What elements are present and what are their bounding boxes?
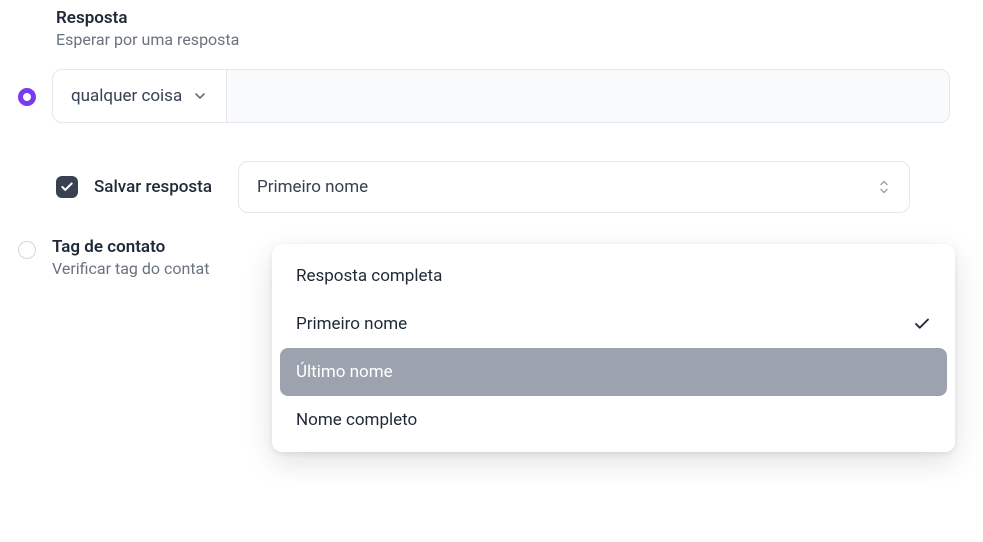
dropdown-option-label: Último nome bbox=[296, 362, 393, 382]
check-icon bbox=[60, 180, 74, 194]
save-response-label: Salvar resposta bbox=[94, 177, 212, 197]
select-sort-icon bbox=[877, 177, 891, 197]
dropdown-option-label: Nome completo bbox=[296, 410, 417, 430]
save-field-value: Primeiro nome bbox=[257, 177, 368, 197]
match-type-selector[interactable]: qualquer coisa bbox=[52, 69, 226, 123]
match-type-label: qualquer coisa bbox=[71, 86, 182, 106]
save-field-select[interactable]: Primeiro nome bbox=[238, 161, 910, 213]
chevron-down-icon bbox=[192, 88, 208, 104]
check-icon bbox=[913, 315, 931, 333]
response-subtitle: Esperar por uma resposta bbox=[56, 30, 983, 49]
dropdown-option[interactable]: Último nome bbox=[280, 348, 947, 396]
save-response-checkbox[interactable] bbox=[56, 176, 78, 198]
response-input[interactable] bbox=[226, 69, 950, 123]
tag-title: Tag de contato bbox=[52, 237, 210, 257]
response-radio[interactable] bbox=[18, 88, 36, 106]
dropdown-option[interactable]: Primeiro nome bbox=[280, 300, 947, 348]
dropdown-option-label: Primeiro nome bbox=[296, 314, 407, 334]
tag-subtitle: Verificar tag do contat bbox=[52, 259, 210, 278]
dropdown-option[interactable]: Nome completo bbox=[280, 396, 947, 444]
tag-radio[interactable] bbox=[18, 241, 36, 259]
dropdown-option[interactable]: Resposta completa bbox=[280, 252, 947, 300]
response-title: Resposta bbox=[56, 8, 983, 28]
save-field-dropdown: Resposta completa Primeiro nome Último nom… bbox=[272, 244, 955, 452]
dropdown-option-label: Resposta completa bbox=[296, 266, 442, 286]
